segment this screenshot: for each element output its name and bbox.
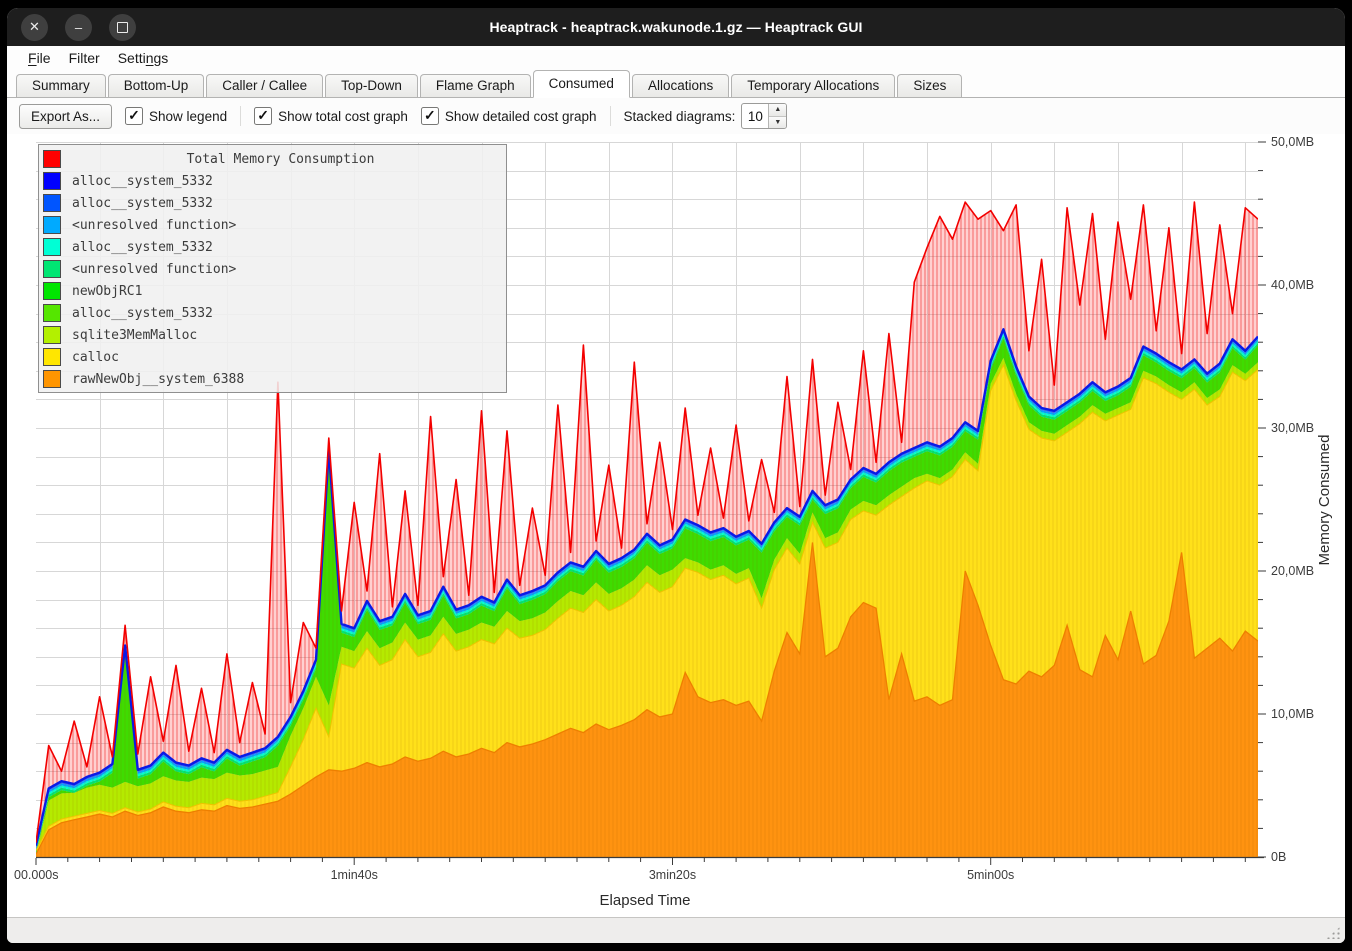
consumed-chart-panel: 00.000s 1min40s 3min20s 5min00s 0B 10,0MB 20,0… xyxy=(7,134,1345,917)
spinner-up-icon[interactable]: ▲ xyxy=(769,104,786,117)
y-tick-label: 10,0MB xyxy=(1271,707,1314,721)
maximize-square xyxy=(117,22,128,33)
y-tick-label: 20,0MB xyxy=(1271,564,1314,578)
legend-label: alloc__system_5332 xyxy=(72,174,213,189)
legend-item: <unresolved function> xyxy=(39,214,506,236)
legend-label: alloc__system_5332 xyxy=(72,196,213,211)
legend-label: Total Memory Consumption xyxy=(61,152,500,167)
x-axis-title: Elapsed Time xyxy=(600,892,691,909)
export-as-button[interactable]: Export As... xyxy=(19,104,112,129)
legend-label: rawNewObj__system_6388 xyxy=(72,372,244,387)
tab-bottom-up[interactable]: Bottom-Up xyxy=(108,74,205,97)
menu-file[interactable]: File xyxy=(19,48,60,68)
y-tick-label: 0B xyxy=(1271,850,1286,864)
checkbox-label[interactable]: Show legend xyxy=(149,109,227,124)
checkbox-show-total-cost-graph[interactable]: ✓ Show total cost graph xyxy=(254,107,408,125)
checkbox-label[interactable]: Show total cost graph xyxy=(278,109,408,124)
tab-caller-callee[interactable]: Caller / Callee xyxy=(206,74,323,97)
x-tick-label: 5min00s xyxy=(967,868,1014,882)
toolbar-separator xyxy=(610,106,611,126)
legend-color-chip xyxy=(43,282,61,300)
legend-item: <unresolved function> xyxy=(39,258,506,280)
heaptrack-window: ✕ – Heaptrack - heaptrack.wakunode.1.gz … xyxy=(7,8,1345,943)
band-texture xyxy=(36,329,1258,857)
status-bar xyxy=(7,917,1345,943)
y-axis-title: Memory Consumed xyxy=(1316,435,1333,566)
legend-item: alloc__system_5332 xyxy=(39,236,506,258)
chart-legend: Total Memory Consumption alloc__system_53… xyxy=(38,144,507,393)
legend-item: rawNewObj__system_6388 xyxy=(39,368,506,390)
y-tick-label: 50,0MB xyxy=(1271,135,1314,149)
legend-label: <unresolved function> xyxy=(72,218,236,233)
spinner-down-icon[interactable]: ▼ xyxy=(769,117,786,129)
menu-filter[interactable]: Filter xyxy=(60,48,109,68)
checkbox-show-legend[interactable]: ✓ Show legend xyxy=(125,107,227,125)
legend-color-chip xyxy=(43,370,61,388)
menu-settings[interactable]: Settings xyxy=(109,48,178,68)
legend-label: calloc xyxy=(72,350,119,365)
maximize-icon[interactable] xyxy=(109,14,136,41)
tab-bar: SummaryBottom-UpCaller / CalleeTop-DownF… xyxy=(7,70,1345,98)
legend-color-chip xyxy=(43,238,61,256)
y-tick-label: 30,0MB xyxy=(1271,421,1314,435)
legend-color-chip xyxy=(43,150,61,168)
resize-grip[interactable] xyxy=(1326,926,1341,939)
menubar: FileFilterSettings xyxy=(7,46,1345,70)
tab-temporary-allocations[interactable]: Temporary Allocations xyxy=(731,74,895,97)
legend-item: Total Memory Consumption xyxy=(39,148,506,170)
legend-color-chip xyxy=(43,304,61,322)
tab-consumed[interactable]: Consumed xyxy=(533,70,630,98)
x-tick-label: 00.000s xyxy=(14,868,58,882)
minimize-icon[interactable]: – xyxy=(65,14,92,41)
window-title: Heaptrack - heaptrack.wakunode.1.gz — He… xyxy=(7,19,1345,35)
checkbox-show-detailed-cost-graph[interactable]: ✓ Show detailed cost graph xyxy=(421,107,597,125)
tab-summary[interactable]: Summary xyxy=(16,74,106,97)
legend-item: sqlite3MemMalloc xyxy=(39,324,506,346)
y-tick-label: 40,0MB xyxy=(1271,278,1314,292)
checkbox-box[interactable]: ✓ xyxy=(254,107,272,125)
legend-color-chip xyxy=(43,326,61,344)
close-icon[interactable]: ✕ xyxy=(21,14,48,41)
legend-item: alloc__system_5332 xyxy=(39,302,506,324)
titlebar: ✕ – Heaptrack - heaptrack.wakunode.1.gz … xyxy=(7,8,1345,46)
x-tick-label: 1min40s xyxy=(331,868,378,882)
window-controls: ✕ – xyxy=(21,8,136,46)
legend-color-chip xyxy=(43,260,61,278)
x-tick-label: 3min20s xyxy=(649,868,696,882)
legend-label: alloc__system_5332 xyxy=(72,240,213,255)
checkbox-box[interactable]: ✓ xyxy=(421,107,439,125)
tab-top-down[interactable]: Top-Down xyxy=(325,74,418,97)
legend-label: newObjRC1 xyxy=(72,284,142,299)
checkbox-label[interactable]: Show detailed cost graph xyxy=(445,109,597,124)
tab-sizes[interactable]: Sizes xyxy=(897,74,962,97)
checkbox-box[interactable]: ✓ xyxy=(125,107,143,125)
stacked-diagrams-label: Stacked diagrams: xyxy=(624,109,736,124)
toolbar: Export As... ✓ Show legend ✓ Show total cos… xyxy=(7,98,1345,134)
legend-label: alloc__system_5332 xyxy=(72,306,213,321)
legend-color-chip xyxy=(43,194,61,212)
stacked-diagrams-spinner[interactable]: 10 ▲ ▼ xyxy=(741,103,787,129)
legend-item: alloc__system_5332 xyxy=(39,170,506,192)
legend-item: alloc__system_5332 xyxy=(39,192,506,214)
legend-color-chip xyxy=(43,216,61,234)
legend-label: <unresolved function> xyxy=(72,262,236,277)
legend-item: calloc xyxy=(39,346,506,368)
tab-flame-graph[interactable]: Flame Graph xyxy=(420,74,531,97)
legend-label: sqlite3MemMalloc xyxy=(72,328,197,343)
legend-item: newObjRC1 xyxy=(39,280,506,302)
toolbar-separator xyxy=(240,106,241,126)
tab-allocations[interactable]: Allocations xyxy=(632,74,729,97)
stacked-diagrams-value[interactable]: 10 xyxy=(742,104,768,128)
legend-color-chip xyxy=(43,172,61,190)
legend-color-chip xyxy=(43,348,61,366)
